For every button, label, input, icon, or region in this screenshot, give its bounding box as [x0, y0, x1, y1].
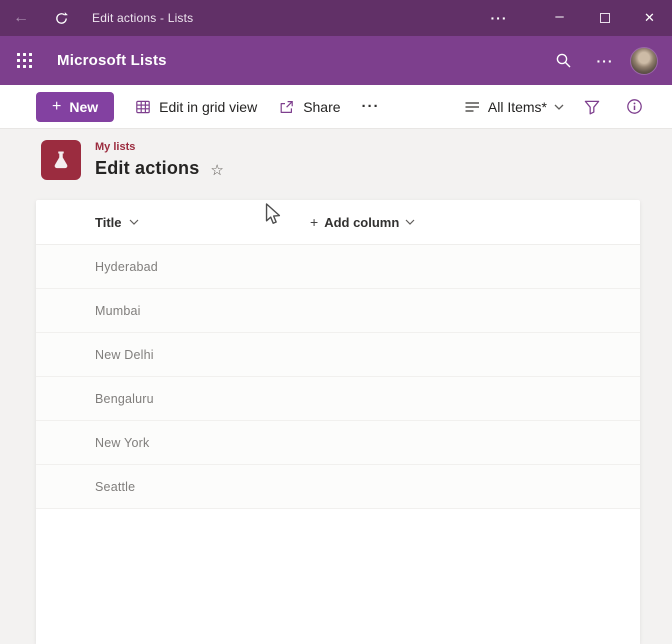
- view-selector[interactable]: All Items*: [464, 99, 564, 115]
- window-titlebar: ← Edit actions - Lists ··· – ✕: [0, 0, 672, 36]
- refresh-icon[interactable]: [44, 11, 78, 26]
- plus-icon: +: [310, 214, 319, 230]
- edit-grid-view-button[interactable]: Edit in grid view: [135, 99, 257, 115]
- page-content: My lists Edit actions ☆ Title + Add colu…: [0, 129, 672, 644]
- window-more-icon[interactable]: ···: [477, 10, 521, 26]
- chevron-down-icon: [554, 104, 564, 110]
- app-title[interactable]: Microsoft Lists: [57, 52, 167, 69]
- refresh-icon-glyph: [55, 11, 68, 24]
- maximize-icon: [599, 13, 610, 23]
- row-title-cell: Bengaluru: [95, 391, 154, 406]
- window-title: Edit actions - Lists: [92, 11, 194, 25]
- share-icon: [280, 100, 293, 113]
- info-button[interactable]: [620, 93, 648, 121]
- table-row[interactable]: New York: [36, 421, 640, 465]
- table-header-row: Title + Add column: [36, 200, 640, 245]
- new-button[interactable]: + New: [36, 91, 115, 122]
- row-title-cell: New Delhi: [95, 347, 154, 362]
- row-title-cell: New York: [95, 435, 150, 450]
- breadcrumb[interactable]: My lists: [95, 141, 135, 153]
- new-button-label: New: [69, 98, 99, 115]
- command-bar: + New Edit in grid view Share ··· All It…: [0, 85, 672, 129]
- table-row[interactable]: Bengaluru: [36, 377, 640, 421]
- maximize-button[interactable]: [582, 0, 627, 36]
- search-icon: [556, 53, 570, 68]
- commandbar-more-icon[interactable]: ···: [362, 98, 380, 115]
- app-launcher-button[interactable]: [0, 36, 48, 85]
- header-more-icon[interactable]: ···: [584, 36, 626, 85]
- close-button[interactable]: ✕: [627, 0, 672, 36]
- table-row[interactable]: Hyderabad: [36, 245, 640, 289]
- row-title-cell: Mumbai: [95, 303, 141, 318]
- list-tile[interactable]: [41, 140, 81, 180]
- share-label: Share: [303, 98, 341, 115]
- minimize-button[interactable]: –: [537, 0, 582, 36]
- search-button[interactable]: [542, 36, 584, 85]
- plus-icon: +: [52, 97, 62, 115]
- page-title: Edit actions: [95, 158, 200, 178]
- view-list-icon: [465, 101, 479, 112]
- edit-grid-view-label: Edit in grid view: [159, 98, 258, 115]
- table-row[interactable]: Mumbai: [36, 289, 640, 333]
- user-avatar[interactable]: [630, 46, 658, 75]
- list-table: Title + Add column Hyderabad Mumbai New …: [36, 200, 640, 644]
- row-title-cell: Seattle: [95, 479, 136, 494]
- info-icon: [626, 99, 642, 114]
- flask-icon: [54, 151, 68, 169]
- chevron-down-icon: [129, 219, 138, 225]
- chevron-down-icon: [405, 219, 415, 225]
- table-row[interactable]: Seattle: [36, 465, 640, 509]
- row-title-cell: Hyderabad: [95, 259, 158, 274]
- view-selector-label: All Items*: [487, 98, 547, 115]
- favorite-star-icon[interactable]: ☆: [210, 161, 223, 179]
- grid-icon: [136, 100, 150, 113]
- waffle-icon: [16, 53, 32, 68]
- share-button[interactable]: Share: [278, 98, 341, 115]
- browser-back-icon[interactable]: ←: [4, 9, 38, 27]
- column-header-label: Title: [95, 214, 122, 230]
- filter-icon: [584, 100, 600, 114]
- table-body: Hyderabad Mumbai New Delhi Bengaluru New…: [36, 245, 640, 509]
- column-header-title[interactable]: Title: [95, 215, 139, 230]
- add-column-label: Add column: [324, 214, 400, 230]
- table-row[interactable]: New Delhi: [36, 333, 640, 377]
- filter-button[interactable]: [578, 93, 606, 121]
- app-header: Microsoft Lists ···: [0, 36, 672, 85]
- add-column-button[interactable]: + Add column: [310, 214, 415, 230]
